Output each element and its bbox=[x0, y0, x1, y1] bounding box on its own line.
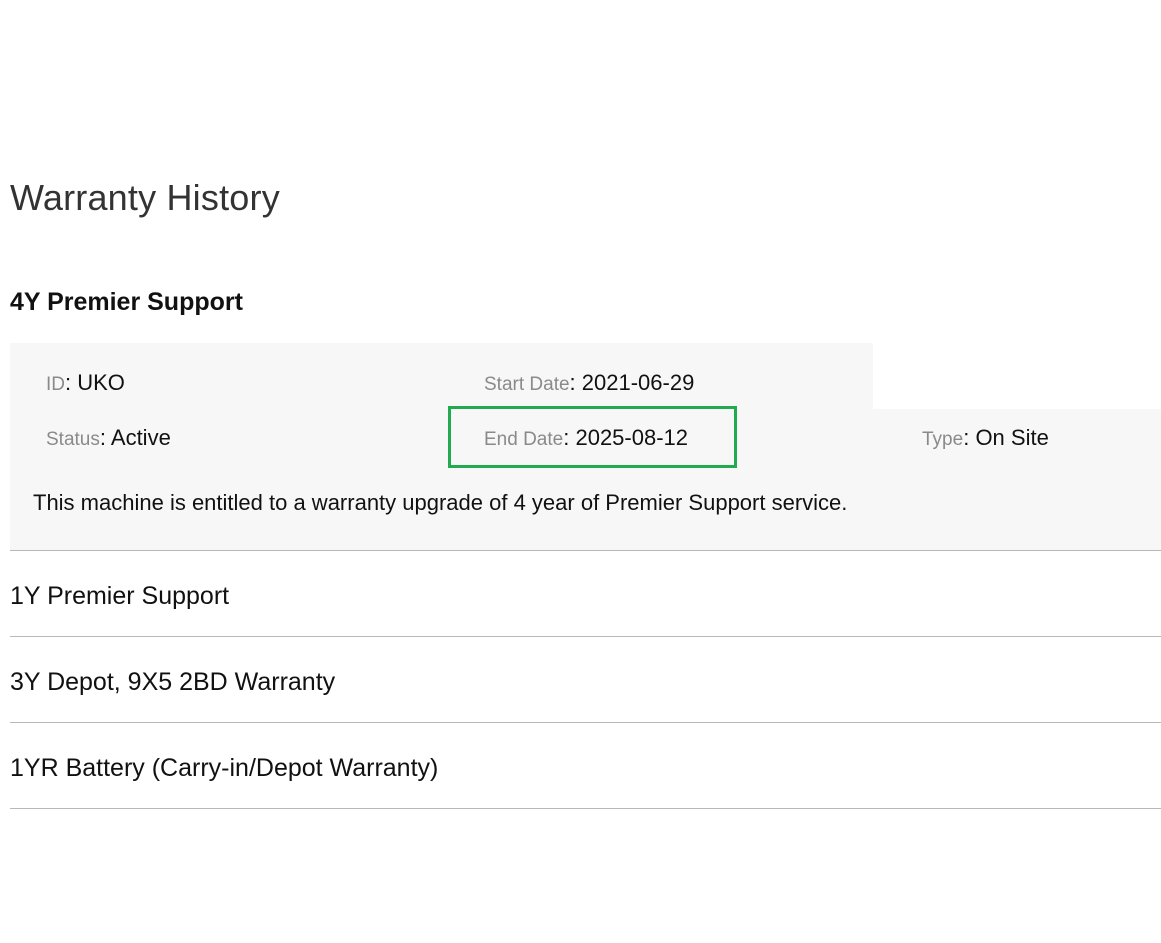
field-separator: : bbox=[99, 425, 111, 450]
warranty-description: This machine is entitled to a warranty u… bbox=[33, 490, 848, 515]
warranty-details-panel-top bbox=[10, 343, 873, 409]
field-separator: : bbox=[569, 370, 582, 395]
type-label: Type bbox=[922, 429, 964, 450]
start-date-value: 2021-06-29 bbox=[581, 370, 695, 395]
status-field: Status: Active bbox=[46, 424, 171, 454]
id-label: ID bbox=[46, 374, 65, 395]
field-separator: : bbox=[963, 425, 976, 450]
end-date-label: End Date bbox=[484, 429, 564, 450]
status-label: Status bbox=[46, 429, 100, 450]
status-value: Active bbox=[110, 425, 171, 450]
start-date-field: Start Date: 2021-06-29 bbox=[484, 369, 694, 399]
warranty-item-heading-expanded[interactable]: 4Y Premier Support bbox=[10, 286, 243, 318]
warranty-item-heading[interactable]: 3Y Depot, 9X5 2BD Warranty bbox=[10, 666, 335, 698]
divider bbox=[10, 808, 1161, 809]
type-value: On Site bbox=[975, 425, 1049, 450]
start-date-label: Start Date bbox=[484, 374, 570, 395]
end-date-field: End Date: 2025-08-12 bbox=[484, 424, 688, 454]
field-separator: : bbox=[563, 425, 576, 450]
id-value: UKO bbox=[77, 370, 125, 395]
divider bbox=[10, 550, 1161, 551]
warranty-history-page: Warranty History 4Y Premier Support ID: … bbox=[0, 0, 1161, 943]
id-field: ID: UKO bbox=[46, 369, 125, 399]
divider bbox=[10, 722, 1161, 723]
divider bbox=[10, 636, 1161, 637]
field-separator: : bbox=[65, 370, 78, 395]
warranty-item-heading[interactable]: 1YR Battery (Carry-in/Depot Warranty) bbox=[10, 752, 438, 784]
type-field: Type: On Site bbox=[922, 424, 1049, 454]
end-date-value: 2025-08-12 bbox=[575, 425, 689, 450]
warranty-item-heading[interactable]: 1Y Premier Support bbox=[10, 580, 229, 612]
page-title: Warranty History bbox=[10, 177, 280, 218]
